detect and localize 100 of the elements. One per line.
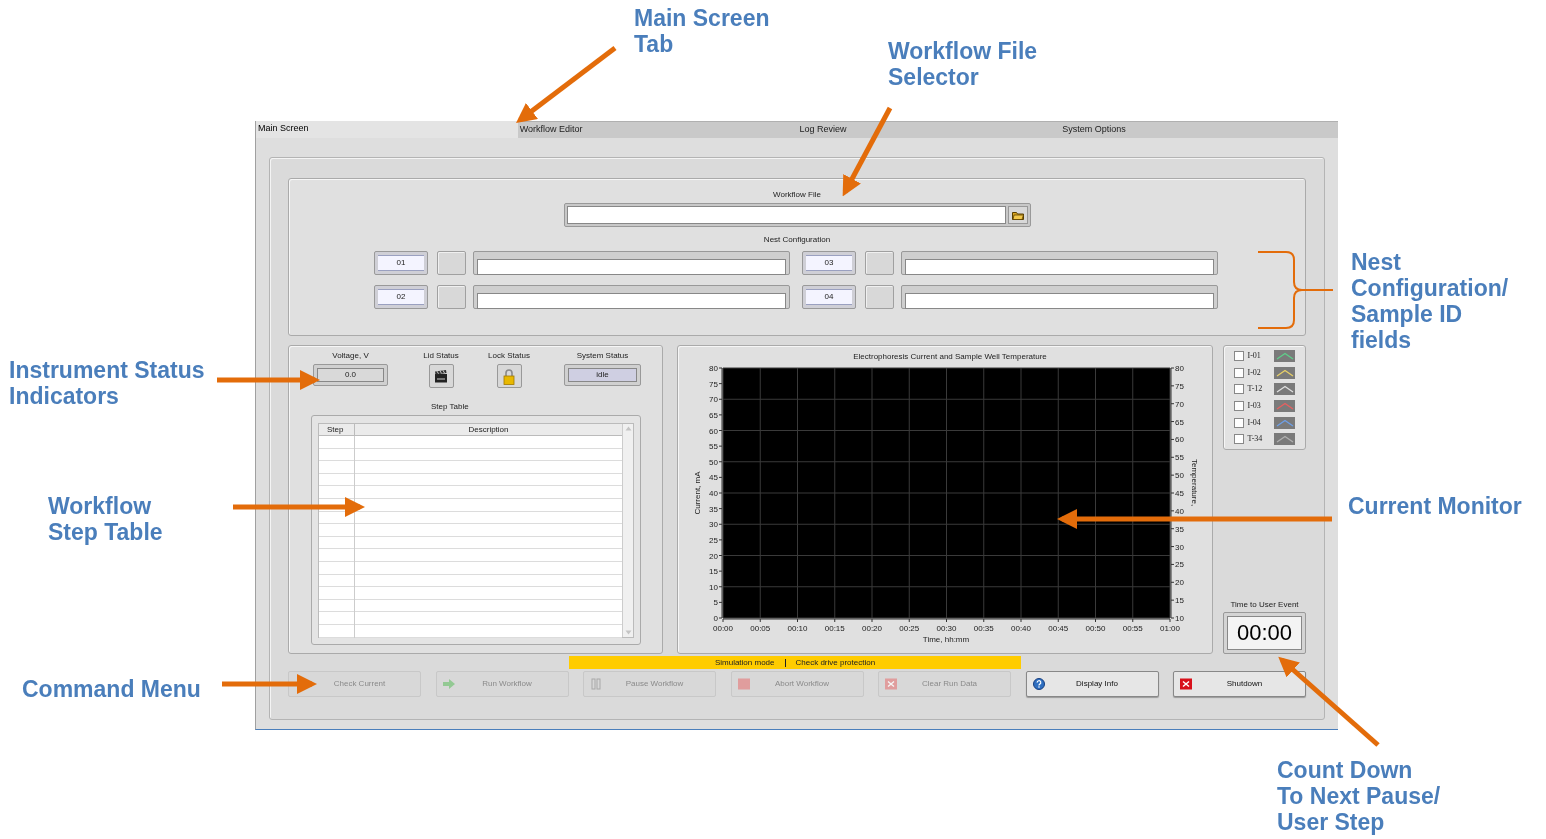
tick-label: 40	[1175, 506, 1184, 516]
checkbox[interactable]	[1234, 434, 1244, 445]
status-message: Check drive protection	[795, 657, 876, 668]
nest-button[interactable]	[865, 251, 894, 275]
checkbox[interactable]	[1234, 400, 1244, 411]
tick-label: 00:40	[1011, 624, 1031, 633]
nest-number: 01	[378, 255, 424, 271]
tick-label: 00:50	[1085, 624, 1106, 633]
indicator-label: Lock Status	[488, 351, 530, 361]
checkbox[interactable]	[1234, 350, 1244, 361]
tick-label: 80	[709, 364, 718, 373]
scrollbar[interactable]	[622, 424, 633, 637]
tick-label: 75	[709, 379, 718, 389]
field-label: Workflow File	[772, 190, 822, 200]
tick-label: 00:05	[750, 624, 771, 633]
callout-label: Count Down To Next Pause/ User Step	[1277, 757, 1441, 835]
indicator-label: Lid Status	[423, 351, 459, 361]
callout-label: Current Monitor	[1348, 493, 1522, 519]
tick-label: 55	[1175, 453, 1184, 463]
voltage-value: 0.0	[317, 368, 384, 382]
nest-button[interactable]	[437, 251, 466, 275]
field-label: Nest Configuration	[762, 235, 832, 245]
tick-label: 35	[709, 504, 718, 514]
tick-label: 65	[709, 410, 718, 420]
tick-label: 10	[1175, 614, 1184, 623]
tick-label: 00:15	[824, 624, 845, 633]
tick-label: 00:35	[973, 624, 994, 633]
axis-title: Time, hh:mm	[922, 635, 970, 644]
tick-label: 20	[709, 551, 718, 561]
legend-label: I-04	[1247, 417, 1262, 428]
tab[interactable]: Main Screen	[256, 121, 518, 138]
tick-label: 20	[1175, 578, 1184, 588]
browse-button[interactable]	[1008, 206, 1028, 224]
system-status-value: idle	[568, 368, 637, 382]
tick-label: 30	[1175, 542, 1184, 552]
axis-title: Temperature,	[1190, 459, 1199, 507]
tick-label: 70	[709, 395, 718, 405]
tick-label: 75	[1175, 381, 1184, 391]
tick-label: 5	[713, 598, 718, 608]
legend-label: I-03	[1247, 400, 1262, 411]
padlock-icon	[503, 367, 515, 385]
nest-button[interactable]	[437, 285, 466, 309]
command-button[interactable]: Shutdown	[1173, 671, 1306, 697]
column-header: Description	[467, 424, 510, 435]
clear-icon	[884, 678, 898, 690]
callout-label: Workflow File Selector	[888, 38, 1038, 90]
tick-label: 45	[709, 473, 718, 483]
tick-label: 50	[1175, 471, 1184, 481]
legend-label: T-12	[1247, 384, 1264, 395]
indicator-label: System Status	[576, 351, 629, 361]
legend-label: T-34	[1247, 434, 1264, 445]
command-button[interactable]: Display Info	[1025, 671, 1159, 697]
tick-label: 80	[1175, 364, 1184, 373]
tab[interactable]: System Options	[1060, 121, 1338, 138]
sample-id-field[interactable]	[473, 251, 790, 275]
tick-label: 25	[1175, 560, 1184, 570]
scroll-down-icon	[624, 630, 632, 635]
tick-label: 00:20	[862, 624, 882, 633]
help-icon	[1031, 678, 1046, 690]
clapperboard-icon	[434, 369, 448, 383]
tick-label: 15	[709, 567, 718, 577]
tick-label: 00:10	[787, 624, 808, 633]
legend-label: I-02	[1247, 367, 1262, 378]
tick-label: 00:00	[713, 624, 733, 633]
countdown-value: 00:00	[1227, 616, 1302, 650]
tick-label: 70	[1175, 399, 1184, 409]
checkbox[interactable]	[1234, 367, 1244, 378]
tick-label: 35	[1175, 524, 1184, 534]
tick-label: 55	[709, 442, 718, 452]
callout-label: Workflow Step Table	[48, 493, 163, 545]
tab[interactable]: Workflow Editor	[517, 121, 798, 138]
sample-id-field[interactable]	[901, 251, 1218, 275]
tick-label: 00:30	[936, 624, 957, 633]
tick-label: 60	[1175, 435, 1184, 445]
callout-label: Instrument Status Indicators	[9, 357, 205, 409]
sample-id-field[interactable]	[473, 285, 790, 309]
table-title: Step Table	[431, 402, 470, 412]
checkbox[interactable]	[1234, 384, 1244, 395]
nest-button[interactable]	[865, 285, 894, 309]
close-icon	[1179, 678, 1193, 690]
tick-label: 00:45	[1048, 624, 1069, 633]
workflow-file-field[interactable]	[564, 203, 1031, 227]
callout-label: Nest Configuration/ Sample ID fields	[1351, 249, 1509, 353]
tick-label: 25	[709, 535, 718, 545]
indicator-label: Voltage, V	[332, 351, 369, 361]
tick-label: 60	[709, 426, 718, 436]
tick-label: 50	[709, 457, 718, 467]
tick-label: 00:25	[899, 624, 920, 633]
chart-title: Electrophoresis Current and Sample Well Temperature	[853, 352, 1047, 361]
nest-number: 02	[378, 289, 424, 305]
tick-label: 65	[1175, 417, 1184, 427]
tick-label: 0	[713, 614, 718, 623]
countdown-label: Time to User Event	[1229, 600, 1300, 610]
tab[interactable]: Log Review	[797, 121, 1061, 138]
checkbox[interactable]	[1234, 417, 1244, 428]
tick-label: 30	[709, 520, 718, 530]
pause-icon	[589, 678, 603, 690]
callout-label: Main Screen Tab	[634, 5, 770, 57]
legend-label: I-01	[1247, 350, 1262, 361]
sample-id-field[interactable]	[901, 285, 1218, 309]
